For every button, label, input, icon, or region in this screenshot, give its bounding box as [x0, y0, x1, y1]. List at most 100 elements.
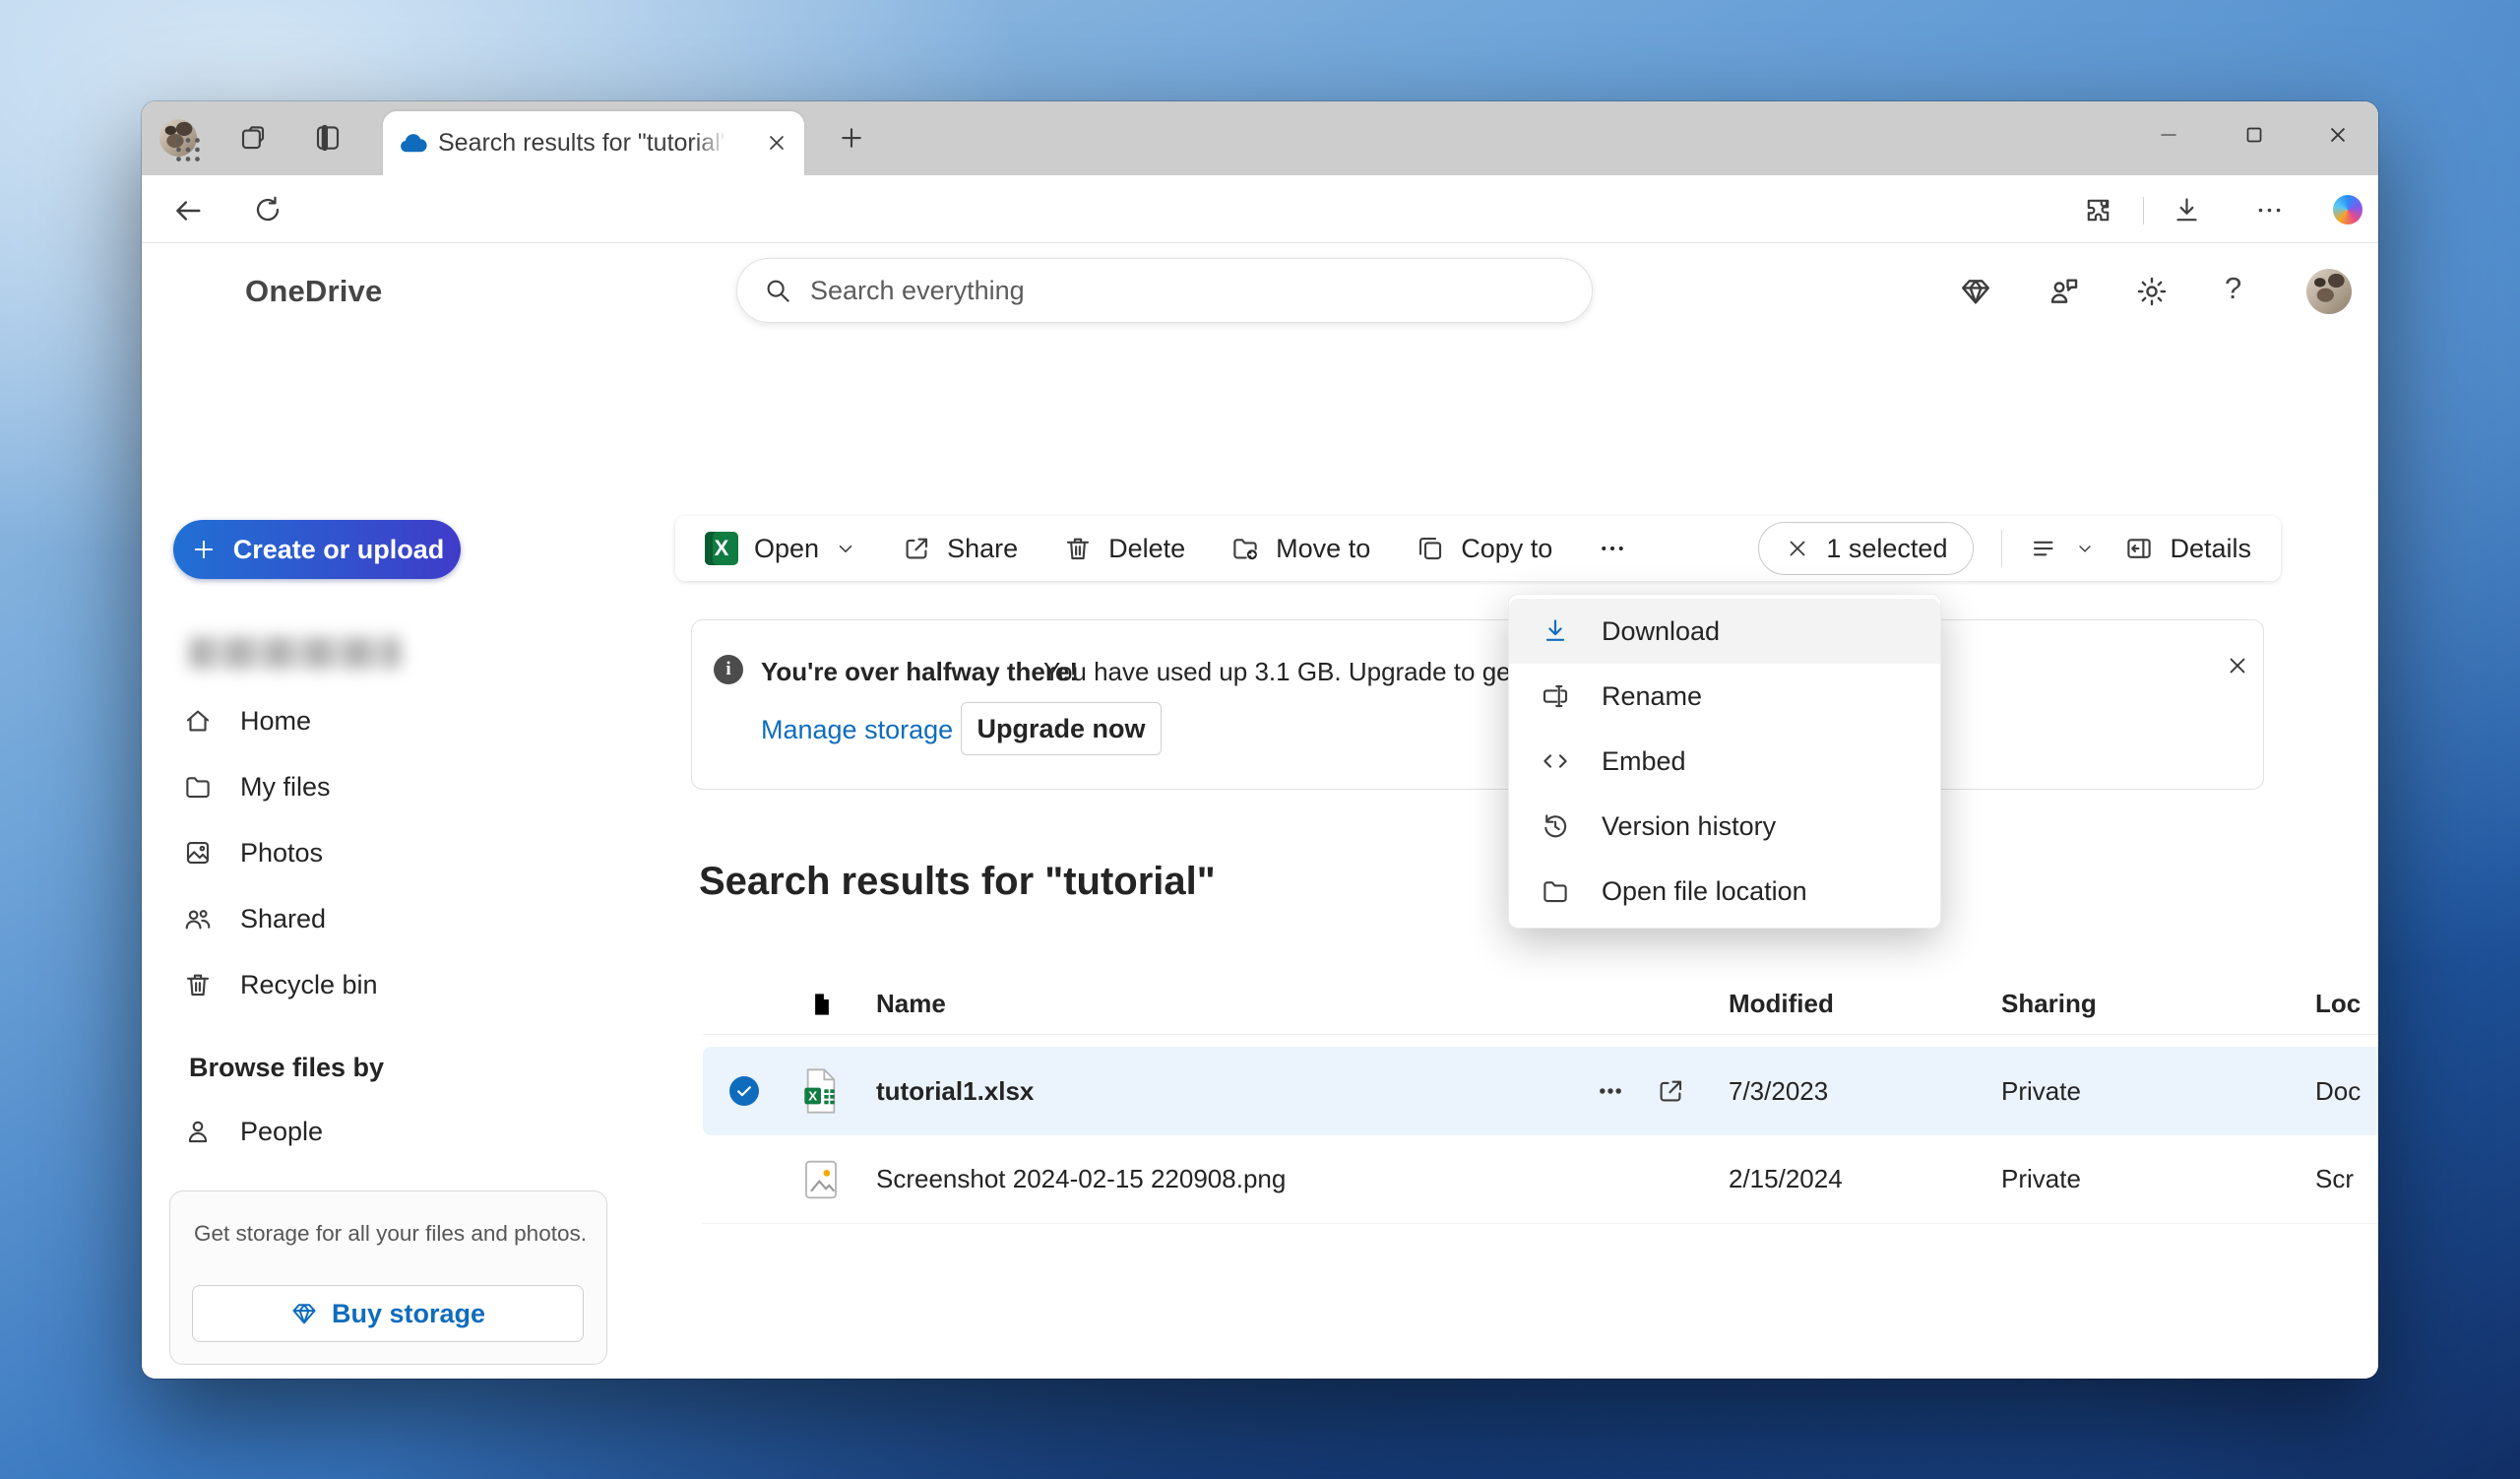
file-name[interactable]: tutorial1.xlsx [876, 1047, 1034, 1135]
new-tab-button[interactable] [837, 123, 866, 153]
table-row[interactable]: Screenshot 2024-02-15 220908.png 2/15/20… [703, 1135, 2378, 1224]
search-box[interactable]: Search everything [736, 258, 1593, 323]
desktop-wallpaper: Search results for "tutorial" - One [0, 0, 2520, 1479]
window-maximize-button[interactable] [2226, 114, 2283, 156]
active-tab[interactable]: Search results for "tutorial" - One [383, 111, 804, 175]
share-icon [902, 534, 931, 563]
refresh-icon[interactable] [252, 194, 284, 225]
file-location: Scr [2315, 1135, 2354, 1223]
column-name[interactable]: Name [876, 974, 946, 1034]
menu-item-embed[interactable]: Embed [1509, 729, 1940, 794]
copilot-icon[interactable] [2333, 195, 2362, 225]
delete-icon [1063, 534, 1093, 563]
photos-icon [183, 838, 213, 868]
menu-item-version-history[interactable]: Version history [1509, 794, 1940, 859]
banner-title: You're over halfway there! [761, 657, 1078, 687]
row-share-icon[interactable] [1656, 1047, 1685, 1135]
downloads-icon[interactable] [2172, 195, 2202, 225]
sidebar-item-home[interactable]: Home [142, 692, 614, 749]
tab-title: Search results for "tutorial" - One [438, 111, 724, 175]
extensions-icon[interactable] [2083, 195, 2113, 225]
workspaces-icon[interactable] [236, 121, 270, 155]
image-file-icon [801, 1135, 841, 1223]
selection-pill[interactable]: 1 selected [1758, 522, 1974, 575]
share-button[interactable]: Share [902, 534, 1018, 564]
column-location[interactable]: Loc [2315, 974, 2361, 1034]
upgrade-now-button[interactable]: Upgrade now [961, 702, 1162, 755]
clear-selection-icon[interactable] [1785, 536, 1810, 561]
plus-icon [190, 536, 218, 563]
menu-item-download[interactable]: Download [1509, 599, 1940, 664]
file-name[interactable]: Screenshot 2024-02-15 220908.png [876, 1135, 1286, 1223]
rename-icon [1541, 681, 1570, 711]
info-icon: i [714, 655, 743, 684]
column-modified[interactable]: Modified [1729, 974, 1834, 1034]
chevron-down-icon [835, 538, 856, 559]
results-table: Name Modified Sharing Loc [703, 974, 2378, 1224]
onedrive-header: OneDrive Search everything ? [142, 243, 2378, 340]
page-title: Search results for "tutorial" [699, 860, 1216, 904]
command-bar: X Open Share Delete Move to [675, 516, 2281, 581]
menu-item-rename[interactable]: Rename [1509, 664, 1940, 729]
sort-view-button[interactable] [2030, 534, 2095, 563]
menu-item-open-file-location[interactable]: Open file location [1509, 859, 1940, 924]
buy-storage-button[interactable]: Buy storage [192, 1285, 584, 1342]
create-or-upload-button[interactable]: Create or upload [173, 520, 461, 579]
onedrive-logo[interactable]: OneDrive [245, 243, 382, 340]
details-panel-icon [2124, 534, 2154, 563]
feedback-icon[interactable] [2048, 275, 2081, 308]
copy-to-button[interactable]: Copy to [1416, 534, 1552, 564]
help-icon[interactable]: ? [2225, 271, 2241, 306]
window-minimize-button[interactable] [2140, 114, 2197, 156]
tab-close-icon[interactable] [765, 131, 788, 155]
folder-icon [183, 772, 213, 802]
column-sharing[interactable]: Sharing [2001, 974, 2097, 1034]
open-button[interactable]: X Open [705, 532, 856, 565]
sidebar-item-shared[interactable]: Shared [142, 890, 614, 947]
premium-diamond-icon[interactable] [1959, 275, 1992, 308]
search-placeholder: Search everything [810, 276, 1025, 306]
window-close-button[interactable] [2309, 114, 2366, 156]
chevron-down-icon [2075, 539, 2095, 558]
row-more-icon[interactable] [1597, 1047, 1624, 1135]
table-header: Name Modified Sharing Loc [703, 974, 2378, 1035]
onedrive-page: OneDrive Search everything ? [142, 243, 2378, 1379]
settings-gear-icon[interactable] [2135, 275, 2169, 308]
file-location: Doc [2315, 1047, 2361, 1135]
delete-button[interactable]: Delete [1063, 534, 1185, 564]
command-bar-divider [2001, 530, 2002, 567]
people-icon [183, 904, 213, 933]
search-icon [763, 276, 792, 305]
account-avatar[interactable] [2306, 269, 2352, 314]
toolbar-divider [2143, 197, 2144, 225]
browser-more-icon[interactable] [2254, 195, 2285, 225]
browser-tab-strip: Search results for "tutorial" - One [142, 101, 2378, 175]
move-to-button[interactable]: Move to [1230, 534, 1370, 564]
app-launcher-icon[interactable] [169, 131, 207, 168]
storage-banner: i You're over halfway there! You have us… [691, 619, 2264, 790]
sidebar-item-people[interactable]: People [142, 1103, 614, 1160]
version-history-icon [1541, 811, 1570, 841]
file-type-column-icon[interactable] [807, 974, 837, 1034]
copy-to-icon [1416, 534, 1445, 563]
excel-app-icon: X [705, 532, 738, 565]
open-file-location-icon [1541, 876, 1570, 906]
more-commands-icon[interactable] [1598, 534, 1627, 563]
selected-check-icon[interactable] [729, 1076, 759, 1106]
storage-upsell-card: Get storage for all your files and photo… [169, 1190, 607, 1365]
banner-close-icon[interactable] [2225, 653, 2250, 678]
back-icon[interactable] [171, 194, 205, 227]
manage-storage-link[interactable]: Manage storage [761, 715, 953, 745]
context-menu: Download Rename Embed [1508, 594, 1941, 929]
download-icon [1541, 616, 1570, 646]
tab-actions-icon[interactable] [311, 121, 345, 155]
sidebar-item-my-files[interactable]: My files [142, 758, 614, 815]
details-button[interactable]: Details [2124, 534, 2251, 564]
svg-text:X: X [808, 1089, 817, 1104]
sidebar-item-photos[interactable]: Photos [142, 824, 614, 881]
move-to-icon [1230, 534, 1260, 563]
table-row[interactable]: X tutorial1.xlsx 7/3/2023 Private Doc [703, 1047, 2378, 1135]
sidebar-item-recycle-bin[interactable]: Recycle bin [142, 956, 614, 1013]
storage-card-text: Get storage for all your files and photo… [194, 1221, 588, 1247]
user-display-name-redacted [189, 637, 401, 669]
